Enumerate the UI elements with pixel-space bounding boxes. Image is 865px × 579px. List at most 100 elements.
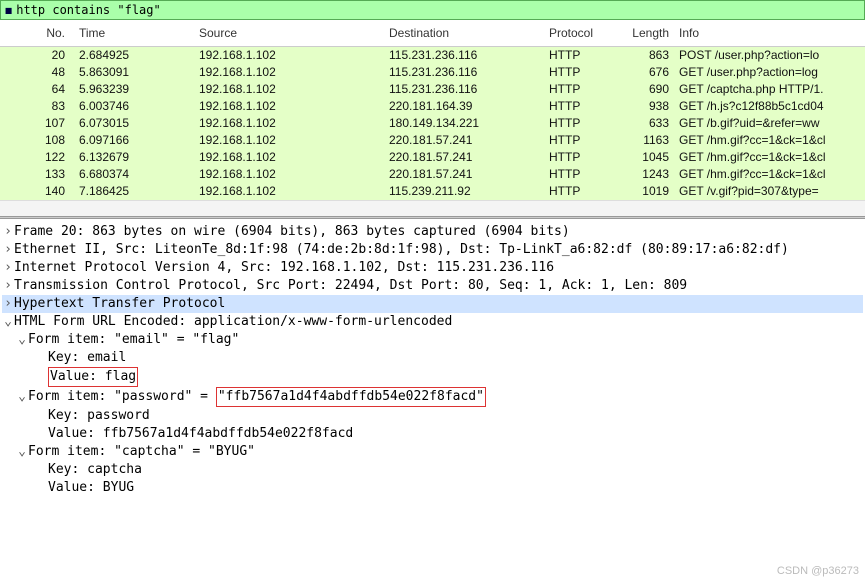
expand-icon[interactable]: › — [2, 241, 14, 259]
cell-no: 83 — [0, 98, 75, 115]
cell-protocol: HTTP — [545, 183, 620, 200]
packet-row[interactable]: 836.003746192.168.1.102220.181.164.39HTT… — [0, 98, 865, 115]
cell-destination: 180.149.134.221 — [385, 115, 545, 132]
cell-length: 633 — [620, 115, 675, 132]
cell-info: POST /user.php?action=lo — [675, 47, 865, 64]
cell-time: 5.963239 — [75, 81, 195, 98]
cell-protocol: HTTP — [545, 64, 620, 81]
cell-protocol: HTTP — [545, 149, 620, 166]
cell-time: 7.186425 — [75, 183, 195, 200]
cell-no: 20 — [0, 47, 75, 64]
cell-info: GET /hm.gif?cc=1&ck=1&cl — [675, 149, 865, 166]
cell-protocol: HTTP — [545, 47, 620, 64]
cell-source: 192.168.1.102 — [195, 98, 385, 115]
email-key[interactable]: Key: email — [2, 349, 863, 367]
highlight-box: Value: flag — [48, 367, 138, 387]
col-destination[interactable]: Destination — [385, 20, 545, 46]
cell-source: 192.168.1.102 — [195, 166, 385, 183]
cell-no: 107 — [0, 115, 75, 132]
packet-list-scrollbar-gap — [0, 200, 865, 216]
cell-source: 192.168.1.102 — [195, 132, 385, 149]
form-item-password[interactable]: ⌄Form item: "password" = "ffb7567a1d4f4a… — [2, 387, 863, 407]
cell-length: 690 — [620, 81, 675, 98]
cell-no: 140 — [0, 183, 75, 200]
cell-length: 1163 — [620, 132, 675, 149]
ip-node[interactable]: ›Internet Protocol Version 4, Src: 192.1… — [2, 259, 863, 277]
cell-destination: 220.181.57.241 — [385, 132, 545, 149]
highlight-box: "ffb7567a1d4f4abdffdb54e022f8facd" — [216, 387, 486, 407]
cell-protocol: HTTP — [545, 81, 620, 98]
form-item-email[interactable]: ⌄Form item: "email" = "flag" — [2, 331, 863, 349]
cell-info: GET /captcha.php HTTP/1. — [675, 81, 865, 98]
cell-length: 1243 — [620, 166, 675, 183]
watermark: CSDN @p36273 — [777, 565, 859, 577]
captcha-key[interactable]: Key: captcha — [2, 461, 863, 479]
ethernet-node[interactable]: ›Ethernet II, Src: LiteonTe_8d:1f:98 (74… — [2, 241, 863, 259]
cell-source: 192.168.1.102 — [195, 64, 385, 81]
packet-row[interactable]: 1076.073015192.168.1.102180.149.134.221H… — [0, 115, 865, 132]
cell-time: 6.097166 — [75, 132, 195, 149]
password-key[interactable]: Key: password — [2, 407, 863, 425]
col-no[interactable]: No. — [0, 20, 75, 46]
col-source[interactable]: Source — [195, 20, 385, 46]
packet-row[interactable]: 1336.680374192.168.1.102220.181.57.241HT… — [0, 166, 865, 183]
col-protocol[interactable]: Protocol — [545, 20, 620, 46]
cell-protocol: HTTP — [545, 98, 620, 115]
collapse-icon[interactable]: ⌄ — [16, 443, 28, 461]
cell-info: GET /b.gif?uid=&refer=ww — [675, 115, 865, 132]
form-header-node[interactable]: ⌄HTML Form URL Encoded: application/x-ww… — [2, 313, 863, 331]
cell-destination: 115.239.211.92 — [385, 183, 545, 200]
cell-protocol: HTTP — [545, 132, 620, 149]
password-value[interactable]: Value: ffb7567a1d4f4abdffdb54e022f8facd — [2, 425, 863, 443]
cell-no: 133 — [0, 166, 75, 183]
packet-row[interactable]: 485.863091192.168.1.102115.231.236.116HT… — [0, 64, 865, 81]
cell-source: 192.168.1.102 — [195, 183, 385, 200]
packet-row[interactable]: 1407.186425192.168.1.102115.239.211.92HT… — [0, 183, 865, 200]
cell-destination: 220.181.57.241 — [385, 166, 545, 183]
collapse-icon[interactable]: ⌄ — [16, 331, 28, 349]
col-time[interactable]: Time — [75, 20, 195, 46]
cell-source: 192.168.1.102 — [195, 47, 385, 64]
expand-icon[interactable]: › — [2, 295, 14, 313]
expand-icon[interactable]: › — [2, 223, 14, 241]
cell-destination: 220.181.164.39 — [385, 98, 545, 115]
frame-node[interactable]: ›Frame 20: 863 bytes on wire (6904 bits)… — [2, 223, 863, 241]
captcha-value[interactable]: Value: BYUG — [2, 479, 863, 497]
display-filter-bar[interactable]: ◼ — [0, 0, 865, 20]
cell-no: 48 — [0, 64, 75, 81]
cell-length: 676 — [620, 64, 675, 81]
http-node[interactable]: ›Hypertext Transfer Protocol — [2, 295, 863, 313]
packet-details-tree[interactable]: ›Frame 20: 863 bytes on wire (6904 bits)… — [0, 219, 865, 501]
expand-icon[interactable]: › — [2, 259, 14, 277]
expand-icon[interactable]: › — [2, 277, 14, 295]
form-item-captcha[interactable]: ⌄Form item: "captcha" = "BYUG" — [2, 443, 863, 461]
tcp-node[interactable]: ›Transmission Control Protocol, Src Port… — [2, 277, 863, 295]
cell-no: 64 — [0, 81, 75, 98]
packet-row[interactable]: 645.963239192.168.1.102115.231.236.116HT… — [0, 81, 865, 98]
packet-row[interactable]: 202.684925192.168.1.102115.231.236.116HT… — [0, 47, 865, 64]
cell-length: 863 — [620, 47, 675, 64]
packet-row[interactable]: 1226.132679192.168.1.102220.181.57.241HT… — [0, 149, 865, 166]
cell-time: 6.680374 — [75, 166, 195, 183]
cell-destination: 115.231.236.116 — [385, 64, 545, 81]
display-filter-input[interactable] — [16, 3, 860, 17]
packet-list[interactable]: 202.684925192.168.1.102115.231.236.116HT… — [0, 47, 865, 200]
cell-source: 192.168.1.102 — [195, 115, 385, 132]
cell-destination: 115.231.236.116 — [385, 47, 545, 64]
col-length[interactable]: Length — [620, 20, 675, 46]
collapse-icon[interactable]: ⌄ — [2, 313, 14, 331]
cell-time: 2.684925 — [75, 47, 195, 64]
email-value[interactable]: Value: flag — [2, 367, 863, 387]
cell-length: 938 — [620, 98, 675, 115]
cell-time: 6.132679 — [75, 149, 195, 166]
cell-time: 5.863091 — [75, 64, 195, 81]
cell-protocol: HTTP — [545, 166, 620, 183]
cell-destination: 220.181.57.241 — [385, 149, 545, 166]
cell-destination: 115.231.236.116 — [385, 81, 545, 98]
bookmark-icon: ◼ — [5, 3, 12, 17]
col-info[interactable]: Info — [675, 20, 865, 46]
cell-info: GET /user.php?action=log — [675, 64, 865, 81]
collapse-icon[interactable]: ⌄ — [16, 388, 28, 406]
cell-source: 192.168.1.102 — [195, 149, 385, 166]
packet-row[interactable]: 1086.097166192.168.1.102220.181.57.241HT… — [0, 132, 865, 149]
